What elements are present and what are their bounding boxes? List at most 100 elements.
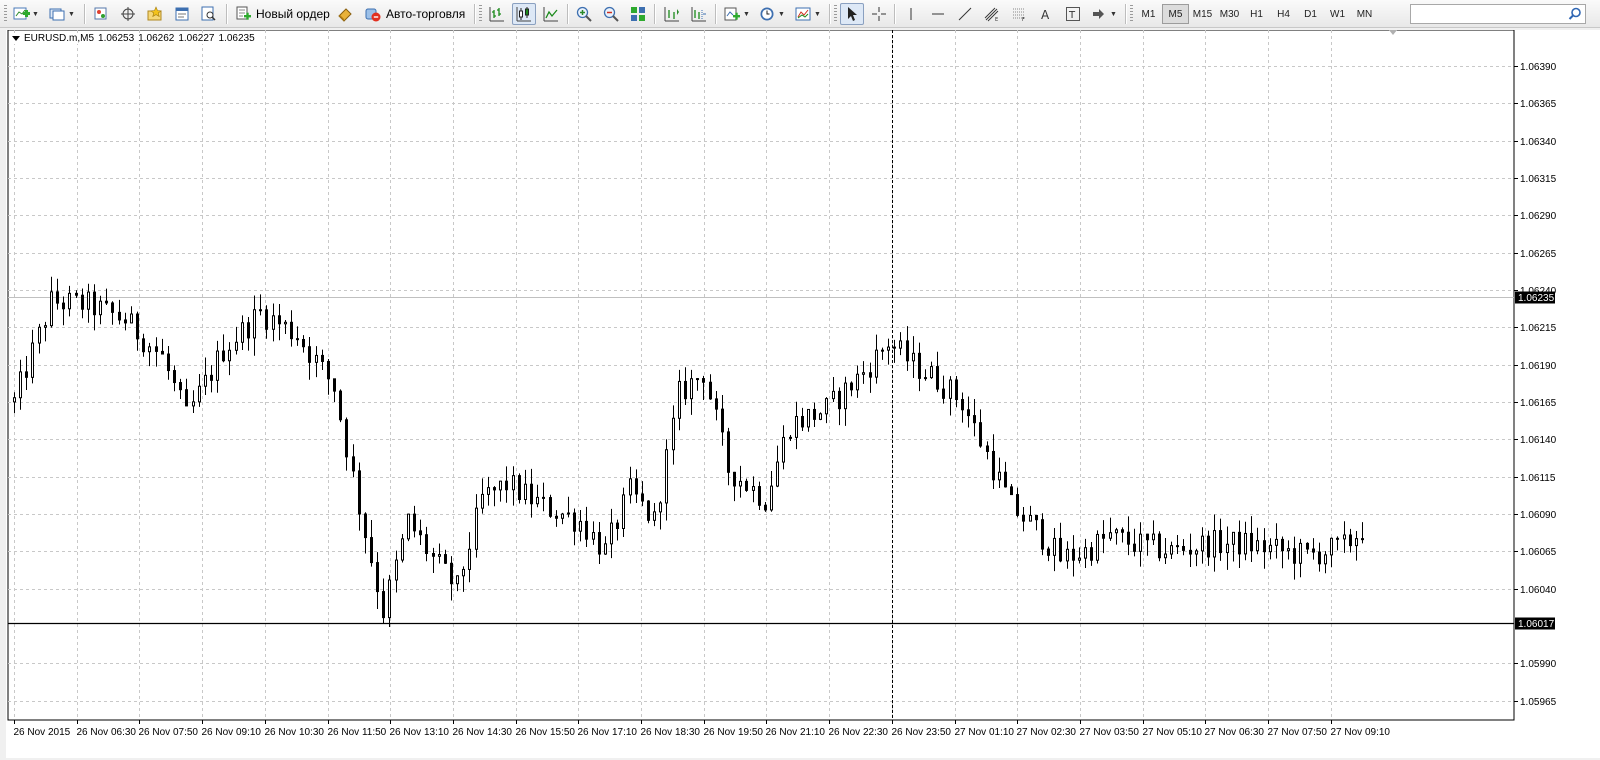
candle[interactable] [395, 550, 398, 593]
chart-window[interactable]: 1.06390 1.06365 1.06340 1.06315 1.06290 1.062… [6, 30, 1600, 758]
candle[interactable] [31, 329, 34, 384]
candle[interactable] [210, 365, 213, 393]
candle[interactable] [333, 378, 336, 403]
candle[interactable] [1330, 537, 1333, 568]
candle[interactable] [659, 501, 662, 530]
candle[interactable] [1318, 542, 1321, 572]
navigator-button[interactable] [143, 3, 167, 25]
candle[interactable] [610, 508, 613, 559]
candle[interactable] [1182, 539, 1185, 556]
timeframe-w1-button[interactable]: W1 [1324, 4, 1351, 24]
candle[interactable] [173, 365, 176, 392]
candle[interactable] [1244, 521, 1247, 561]
candle[interactable] [789, 434, 792, 442]
candle[interactable] [161, 338, 164, 355]
candle[interactable] [1201, 527, 1204, 564]
candle[interactable] [81, 288, 84, 319]
candle[interactable] [709, 374, 712, 400]
text-button[interactable]: A [1034, 3, 1058, 25]
candle[interactable] [1109, 517, 1112, 541]
candle[interactable] [1324, 551, 1327, 574]
candle[interactable] [862, 361, 865, 384]
candle[interactable] [499, 480, 502, 502]
candle[interactable] [684, 367, 687, 406]
candle[interactable] [111, 301, 114, 325]
bar-chart-button[interactable] [485, 3, 509, 25]
candle[interactable] [1306, 542, 1309, 554]
candle[interactable] [555, 510, 558, 527]
candle[interactable] [1361, 522, 1364, 544]
candle[interactable] [315, 346, 318, 378]
timeframe-m5-button[interactable]: M5 [1162, 4, 1189, 24]
new-chart-button[interactable]: ▼ [10, 3, 42, 25]
fibonacci-button[interactable]: F [1007, 3, 1031, 25]
candle[interactable] [1287, 540, 1290, 560]
candle[interactable] [481, 478, 484, 514]
candle[interactable] [1281, 536, 1284, 569]
candle[interactable] [358, 462, 361, 531]
candle[interactable] [278, 304, 281, 341]
candle[interactable] [641, 481, 644, 507]
candle[interactable] [321, 349, 324, 371]
candle[interactable] [1072, 535, 1075, 577]
templates-button[interactable]: ▼ [792, 3, 824, 25]
candle[interactable] [561, 512, 564, 525]
candle[interactable] [598, 522, 601, 564]
candle[interactable] [505, 466, 508, 503]
candle[interactable] [105, 288, 108, 305]
candle[interactable] [776, 445, 779, 488]
candle[interactable] [512, 466, 515, 506]
candle[interactable] [475, 494, 478, 558]
candle[interactable] [370, 519, 373, 567]
candle[interactable] [222, 334, 225, 363]
candle[interactable] [727, 427, 730, 486]
candle[interactable] [1066, 541, 1069, 569]
candle[interactable] [906, 326, 909, 371]
cursor-button[interactable] [840, 3, 864, 25]
line-chart-button[interactable] [539, 3, 563, 25]
candle[interactable] [998, 457, 1001, 489]
candle[interactable] [1090, 541, 1093, 566]
new-order-button[interactable]: Новый ордер [232, 3, 334, 25]
candle[interactable] [1127, 516, 1130, 556]
candle[interactable] [50, 276, 53, 328]
candle[interactable] [290, 310, 293, 347]
candle[interactable] [327, 359, 330, 395]
candle[interactable] [979, 409, 982, 448]
candle[interactable] [530, 468, 533, 518]
candle[interactable] [930, 361, 933, 379]
candle[interactable] [302, 335, 305, 353]
candle[interactable] [764, 502, 767, 512]
candle[interactable] [1170, 541, 1173, 560]
candle[interactable] [961, 392, 964, 423]
candle[interactable] [413, 505, 416, 538]
horizontal-line-button[interactable] [926, 3, 950, 25]
candle[interactable] [967, 396, 970, 428]
text-label-button[interactable]: T [1061, 3, 1085, 25]
candle[interactable] [573, 508, 576, 546]
candle[interactable] [801, 407, 804, 432]
strategy-tester-button[interactable] [197, 3, 221, 25]
candle[interactable] [1010, 484, 1013, 496]
candle[interactable] [986, 441, 989, 460]
candle[interactable] [1121, 527, 1124, 543]
candle[interactable] [364, 512, 367, 554]
candle[interactable] [819, 412, 822, 421]
candle[interactable] [253, 295, 256, 356]
candle[interactable] [1256, 527, 1259, 555]
tile-windows-button[interactable] [626, 3, 650, 25]
candle[interactable] [1084, 538, 1087, 569]
candle[interactable] [118, 299, 121, 325]
candle[interactable] [1041, 513, 1044, 556]
candle[interactable] [795, 401, 798, 450]
candle[interactable] [308, 336, 311, 380]
timeframe-m15-button[interactable]: M15 [1189, 4, 1216, 24]
candle[interactable] [739, 465, 742, 498]
candle[interactable] [899, 332, 902, 356]
candle[interactable] [1250, 516, 1253, 563]
auto-scroll-button[interactable] [660, 3, 684, 25]
candle[interactable] [678, 369, 681, 431]
candle[interactable] [844, 376, 847, 426]
candle[interactable] [832, 376, 835, 402]
search-icon[interactable] [1568, 7, 1582, 21]
